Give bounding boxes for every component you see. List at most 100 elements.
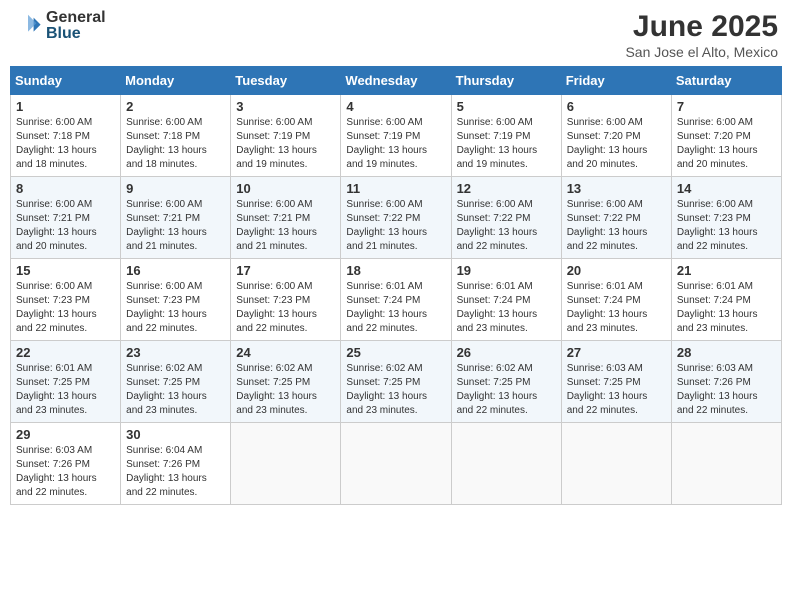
day-number: 15 bbox=[16, 263, 115, 278]
calendar-cell: 6 Sunrise: 6:00 AMSunset: 7:20 PMDayligh… bbox=[561, 95, 671, 177]
calendar-header-row: SundayMondayTuesdayWednesdayThursdayFrid… bbox=[11, 67, 782, 95]
logo-text: General Blue bbox=[46, 10, 106, 42]
cell-info: Sunrise: 6:00 AMSunset: 7:22 PMDaylight:… bbox=[346, 199, 427, 252]
day-number: 4 bbox=[346, 99, 445, 114]
cell-info: Sunrise: 6:03 AMSunset: 7:26 PMDaylight:… bbox=[16, 445, 97, 498]
cell-info: Sunrise: 6:00 AMSunset: 7:19 PMDaylight:… bbox=[457, 117, 538, 170]
calendar-cell: 9 Sunrise: 6:00 AMSunset: 7:21 PMDayligh… bbox=[121, 177, 231, 259]
calendar-week-row: 22 Sunrise: 6:01 AMSunset: 7:25 PMDaylig… bbox=[11, 341, 782, 423]
day-number: 26 bbox=[457, 345, 556, 360]
day-number: 29 bbox=[16, 427, 115, 442]
calendar-cell: 19 Sunrise: 6:01 AMSunset: 7:24 PMDaylig… bbox=[451, 259, 561, 341]
calendar-cell bbox=[451, 423, 561, 505]
day-number: 23 bbox=[126, 345, 225, 360]
calendar-cell: 30 Sunrise: 6:04 AMSunset: 7:26 PMDaylig… bbox=[121, 423, 231, 505]
logo: General Blue bbox=[14, 10, 106, 42]
cell-info: Sunrise: 6:00 AMSunset: 7:23 PMDaylight:… bbox=[236, 281, 317, 334]
cell-info: Sunrise: 6:03 AMSunset: 7:26 PMDaylight:… bbox=[677, 363, 758, 416]
cell-info: Sunrise: 6:04 AMSunset: 7:26 PMDaylight:… bbox=[126, 445, 207, 498]
calendar-cell bbox=[231, 423, 341, 505]
day-number: 27 bbox=[567, 345, 666, 360]
calendar-cell: 21 Sunrise: 6:01 AMSunset: 7:24 PMDaylig… bbox=[671, 259, 781, 341]
calendar-cell: 29 Sunrise: 6:03 AMSunset: 7:26 PMDaylig… bbox=[11, 423, 121, 505]
cell-info: Sunrise: 6:00 AMSunset: 7:19 PMDaylight:… bbox=[346, 117, 427, 170]
day-number: 28 bbox=[677, 345, 776, 360]
calendar-cell: 22 Sunrise: 6:01 AMSunset: 7:25 PMDaylig… bbox=[11, 341, 121, 423]
calendar-cell: 13 Sunrise: 6:00 AMSunset: 7:22 PMDaylig… bbox=[561, 177, 671, 259]
calendar-cell: 16 Sunrise: 6:00 AMSunset: 7:23 PMDaylig… bbox=[121, 259, 231, 341]
cell-info: Sunrise: 6:00 AMSunset: 7:21 PMDaylight:… bbox=[16, 199, 97, 252]
day-of-week-header: Saturday bbox=[671, 67, 781, 95]
cell-info: Sunrise: 6:00 AMSunset: 7:23 PMDaylight:… bbox=[677, 199, 758, 252]
day-number: 18 bbox=[346, 263, 445, 278]
day-number: 6 bbox=[567, 99, 666, 114]
cell-info: Sunrise: 6:01 AMSunset: 7:25 PMDaylight:… bbox=[16, 363, 97, 416]
day-number: 2 bbox=[126, 99, 225, 114]
page-header: General Blue June 2025 San Jose el Alto,… bbox=[10, 10, 782, 60]
cell-info: Sunrise: 6:02 AMSunset: 7:25 PMDaylight:… bbox=[236, 363, 317, 416]
logo-blue: Blue bbox=[46, 26, 106, 42]
calendar-cell: 12 Sunrise: 6:00 AMSunset: 7:22 PMDaylig… bbox=[451, 177, 561, 259]
calendar-cell: 28 Sunrise: 6:03 AMSunset: 7:26 PMDaylig… bbox=[671, 341, 781, 423]
day-number: 11 bbox=[346, 181, 445, 196]
calendar-week-row: 1 Sunrise: 6:00 AMSunset: 7:18 PMDayligh… bbox=[11, 95, 782, 177]
cell-info: Sunrise: 6:00 AMSunset: 7:18 PMDaylight:… bbox=[16, 117, 97, 170]
calendar-week-row: 29 Sunrise: 6:03 AMSunset: 7:26 PMDaylig… bbox=[11, 423, 782, 505]
calendar-week-row: 15 Sunrise: 6:00 AMSunset: 7:23 PMDaylig… bbox=[11, 259, 782, 341]
calendar-cell: 25 Sunrise: 6:02 AMSunset: 7:25 PMDaylig… bbox=[341, 341, 451, 423]
month-title: June 2025 bbox=[625, 10, 778, 44]
day-number: 7 bbox=[677, 99, 776, 114]
cell-info: Sunrise: 6:01 AMSunset: 7:24 PMDaylight:… bbox=[457, 281, 538, 334]
cell-info: Sunrise: 6:01 AMSunset: 7:24 PMDaylight:… bbox=[677, 281, 758, 334]
day-of-week-header: Monday bbox=[121, 67, 231, 95]
calendar-cell: 3 Sunrise: 6:00 AMSunset: 7:19 PMDayligh… bbox=[231, 95, 341, 177]
calendar-cell: 7 Sunrise: 6:00 AMSunset: 7:20 PMDayligh… bbox=[671, 95, 781, 177]
cell-info: Sunrise: 6:02 AMSunset: 7:25 PMDaylight:… bbox=[346, 363, 427, 416]
day-number: 14 bbox=[677, 181, 776, 196]
day-number: 10 bbox=[236, 181, 335, 196]
calendar-week-row: 8 Sunrise: 6:00 AMSunset: 7:21 PMDayligh… bbox=[11, 177, 782, 259]
day-number: 21 bbox=[677, 263, 776, 278]
cell-info: Sunrise: 6:02 AMSunset: 7:25 PMDaylight:… bbox=[457, 363, 538, 416]
calendar-cell: 26 Sunrise: 6:02 AMSunset: 7:25 PMDaylig… bbox=[451, 341, 561, 423]
day-number: 20 bbox=[567, 263, 666, 278]
day-number: 12 bbox=[457, 181, 556, 196]
day-number: 8 bbox=[16, 181, 115, 196]
cell-info: Sunrise: 6:02 AMSunset: 7:25 PMDaylight:… bbox=[126, 363, 207, 416]
day-number: 16 bbox=[126, 263, 225, 278]
day-number: 19 bbox=[457, 263, 556, 278]
logo-general: General bbox=[46, 10, 106, 26]
cell-info: Sunrise: 6:00 AMSunset: 7:22 PMDaylight:… bbox=[457, 199, 538, 252]
calendar-table: SundayMondayTuesdayWednesdayThursdayFrid… bbox=[10, 66, 782, 505]
calendar-cell: 14 Sunrise: 6:00 AMSunset: 7:23 PMDaylig… bbox=[671, 177, 781, 259]
calendar-cell: 24 Sunrise: 6:02 AMSunset: 7:25 PMDaylig… bbox=[231, 341, 341, 423]
cell-info: Sunrise: 6:00 AMSunset: 7:21 PMDaylight:… bbox=[126, 199, 207, 252]
day-number: 13 bbox=[567, 181, 666, 196]
calendar-cell: 5 Sunrise: 6:00 AMSunset: 7:19 PMDayligh… bbox=[451, 95, 561, 177]
day-of-week-header: Tuesday bbox=[231, 67, 341, 95]
day-of-week-header: Friday bbox=[561, 67, 671, 95]
calendar-cell: 8 Sunrise: 6:00 AMSunset: 7:21 PMDayligh… bbox=[11, 177, 121, 259]
cell-info: Sunrise: 6:00 AMSunset: 7:23 PMDaylight:… bbox=[16, 281, 97, 334]
day-number: 3 bbox=[236, 99, 335, 114]
title-section: June 2025 San Jose el Alto, Mexico bbox=[625, 10, 778, 60]
calendar-cell bbox=[671, 423, 781, 505]
cell-info: Sunrise: 6:03 AMSunset: 7:25 PMDaylight:… bbox=[567, 363, 648, 416]
calendar-cell: 11 Sunrise: 6:00 AMSunset: 7:22 PMDaylig… bbox=[341, 177, 451, 259]
day-number: 5 bbox=[457, 99, 556, 114]
calendar-cell bbox=[561, 423, 671, 505]
day-number: 9 bbox=[126, 181, 225, 196]
calendar-cell: 4 Sunrise: 6:00 AMSunset: 7:19 PMDayligh… bbox=[341, 95, 451, 177]
calendar-cell: 1 Sunrise: 6:00 AMSunset: 7:18 PMDayligh… bbox=[11, 95, 121, 177]
day-number: 30 bbox=[126, 427, 225, 442]
cell-info: Sunrise: 6:00 AMSunset: 7:23 PMDaylight:… bbox=[126, 281, 207, 334]
calendar-cell: 23 Sunrise: 6:02 AMSunset: 7:25 PMDaylig… bbox=[121, 341, 231, 423]
calendar-cell: 15 Sunrise: 6:00 AMSunset: 7:23 PMDaylig… bbox=[11, 259, 121, 341]
day-of-week-header: Wednesday bbox=[341, 67, 451, 95]
day-number: 1 bbox=[16, 99, 115, 114]
day-of-week-header: Sunday bbox=[11, 67, 121, 95]
location: San Jose el Alto, Mexico bbox=[625, 44, 778, 60]
calendar-cell bbox=[341, 423, 451, 505]
cell-info: Sunrise: 6:01 AMSunset: 7:24 PMDaylight:… bbox=[567, 281, 648, 334]
cell-info: Sunrise: 6:00 AMSunset: 7:19 PMDaylight:… bbox=[236, 117, 317, 170]
